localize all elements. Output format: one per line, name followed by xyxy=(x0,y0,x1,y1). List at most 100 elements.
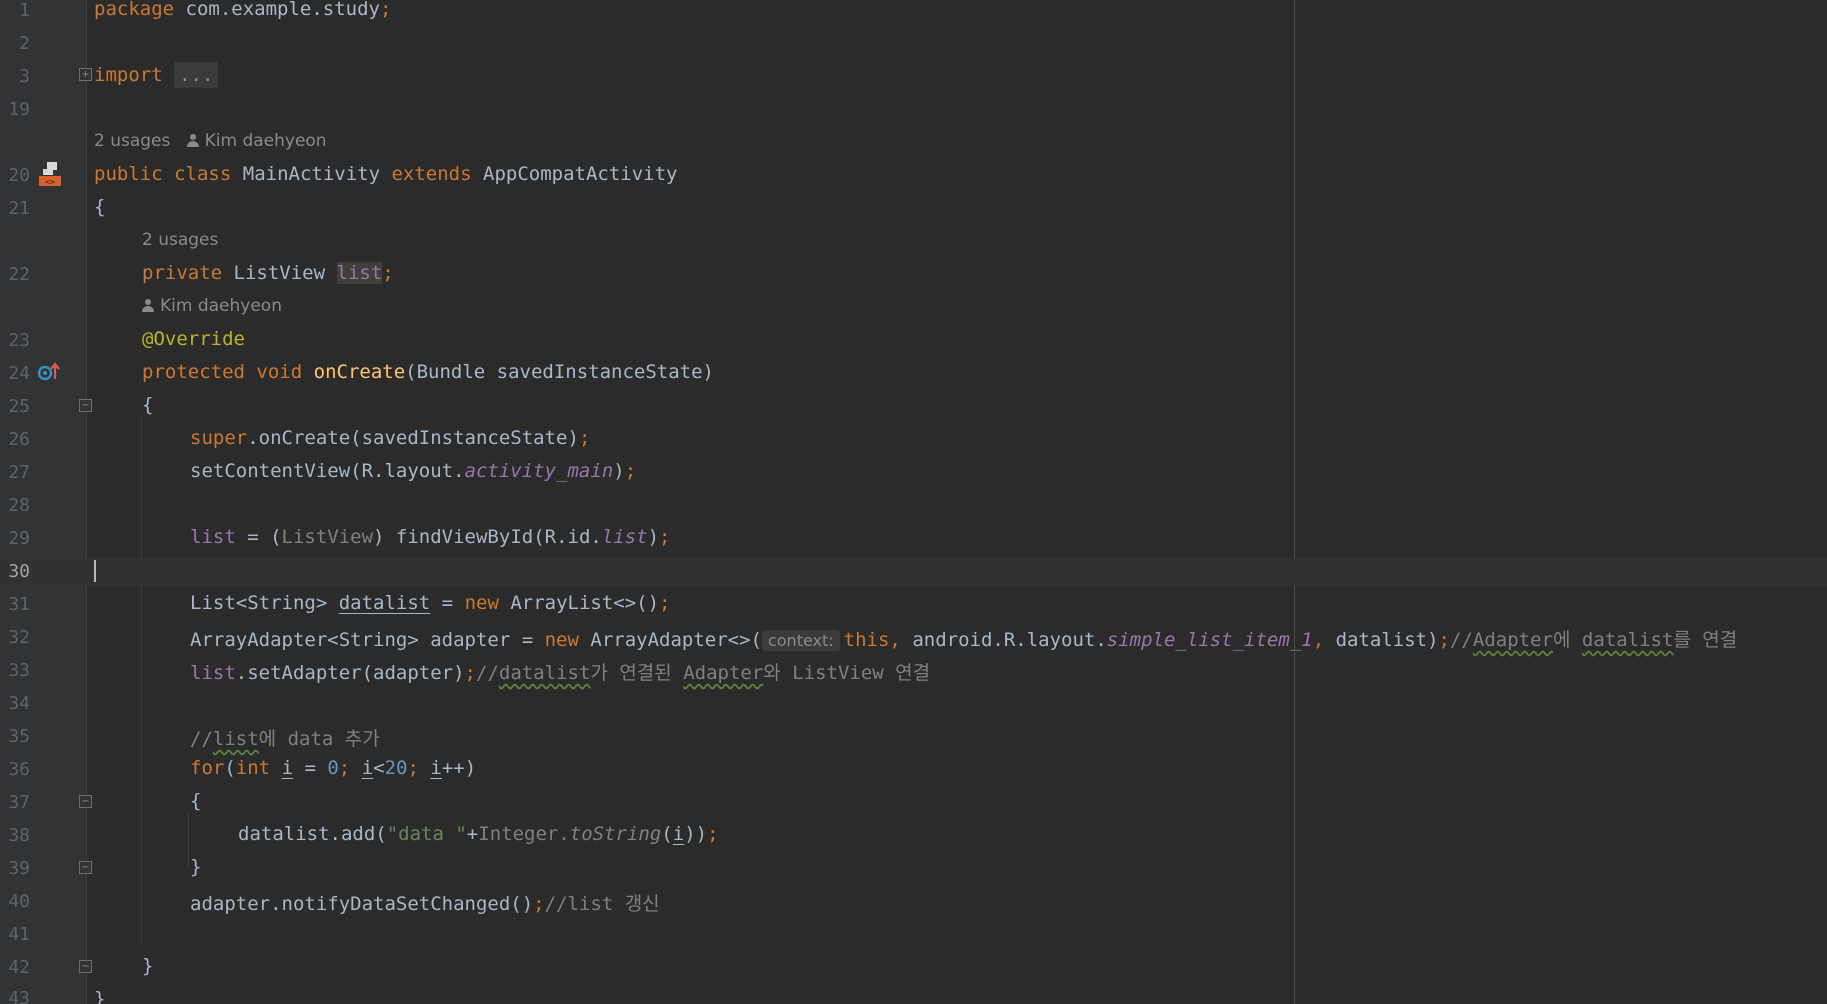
semicolon: ; xyxy=(659,592,671,614)
line-number: 32 xyxy=(8,627,30,648)
code-line-38[interactable]: datalist.add("data "+Integer.toString(i)… xyxy=(238,823,719,845)
code-line-22[interactable]: private ListView list; xyxy=(142,262,394,284)
code-line-32[interactable]: ArrayAdapter<String> adapter = new Array… xyxy=(190,625,1737,652)
field-name: list xyxy=(336,262,383,284)
operator: = xyxy=(430,592,465,614)
paren: ) xyxy=(613,460,625,482)
field-name: list xyxy=(190,662,236,684)
override-method-icon[interactable] xyxy=(37,361,61,388)
usages-count[interactable]: 2 usages xyxy=(94,131,170,151)
line-number: 29 xyxy=(8,528,30,549)
line-number: 43 xyxy=(8,988,30,1004)
method-call: setContentView(R.layout. xyxy=(190,460,465,482)
code-line-39[interactable]: } xyxy=(190,856,201,878)
code-line-33[interactable]: list.setAdapter(adapter);//datalist가 연결된… xyxy=(190,658,930,685)
code-line-3[interactable]: import ... xyxy=(94,62,219,88)
code-line-20[interactable]: public class MainActivity extends AppCom… xyxy=(94,163,677,185)
fold-end-icon[interactable]: − xyxy=(79,861,92,874)
semicolon: ; xyxy=(338,757,351,779)
code-line-21[interactable]: { xyxy=(94,196,105,218)
annotation: @Override xyxy=(142,328,245,350)
comment: //Adapter에 datalist를 연결 xyxy=(1449,629,1738,651)
comment: //datalist가 연결된 Adapter와 ListView 연결 xyxy=(476,662,931,684)
loop-variable: i xyxy=(430,757,442,779)
keyword: new xyxy=(544,629,579,651)
author-name[interactable]: Kim daehyeon xyxy=(205,131,327,151)
line-number: 19 xyxy=(8,99,30,120)
code-line-27[interactable]: setContentView(R.layout.activity_main); xyxy=(190,460,636,482)
fold-collapse-icon[interactable]: − xyxy=(79,795,92,808)
code-line-29[interactable]: list = (ListView) findViewById(R.id.list… xyxy=(190,526,671,548)
line-number: 35 xyxy=(8,726,30,747)
usages-count[interactable]: 2 usages xyxy=(142,230,218,250)
string-literal: "data " xyxy=(386,823,467,845)
method-call: .setAdapter(adapter) xyxy=(235,662,465,684)
static-method: toString xyxy=(569,823,662,845)
operator: = xyxy=(293,757,328,779)
line-number: 33 xyxy=(8,660,30,681)
fold-expand-icon[interactable]: + xyxy=(79,68,92,81)
comma: , xyxy=(1312,629,1325,651)
brace: } xyxy=(142,955,154,977)
semicolon: ; xyxy=(659,526,671,548)
keyword: void xyxy=(256,361,303,383)
semicolon: ; xyxy=(407,757,419,779)
paren: ) xyxy=(647,526,660,548)
class-name: MainActivity xyxy=(242,163,381,185)
reference: android.R.layout. xyxy=(900,629,1107,651)
text-caret xyxy=(94,560,96,582)
author-hint[interactable]: Kim daehyeon xyxy=(142,296,282,316)
brace: { xyxy=(94,196,106,218)
paren: ( xyxy=(224,757,236,779)
code-line-36[interactable]: for(int i = 0; i<20; i++) xyxy=(190,757,476,779)
line-number: 31 xyxy=(8,594,30,615)
method-call: .onCreate(savedInstanceState) xyxy=(247,427,579,449)
usages-hint[interactable]: 2 usages Kim daehyeon xyxy=(94,131,327,151)
line-number: 1 xyxy=(19,0,30,21)
method-call: datalist.add( xyxy=(238,823,387,845)
code-line-35[interactable]: //list에 data 추가 xyxy=(190,724,380,751)
semicolon: ; xyxy=(1438,629,1450,651)
folded-imports[interactable]: ... xyxy=(174,62,219,88)
code-line-1[interactable]: package com.example.study; xyxy=(94,0,391,20)
code-line-24[interactable]: protected void onCreate(Bundle savedInst… xyxy=(142,361,714,383)
code-line-40[interactable]: adapter.notifyDataSetChanged();//list 갱신 xyxy=(190,889,660,916)
code-line-43[interactable]: } xyxy=(94,988,105,1004)
comment: //list에 data 추가 xyxy=(190,728,380,750)
line-number: 2 xyxy=(19,33,30,54)
line-number: 20 xyxy=(8,165,30,186)
parameter-hint: context: xyxy=(761,630,840,651)
type-name: ListView xyxy=(233,262,326,284)
number: 0 xyxy=(327,757,339,779)
author-name[interactable]: Kim daehyeon xyxy=(160,296,282,316)
code-line-25[interactable]: { xyxy=(142,394,153,416)
code-line-23[interactable]: @Override xyxy=(142,328,245,350)
brace: } xyxy=(94,988,106,1004)
declaration: ArrayAdapter<String> adapter = xyxy=(190,629,545,651)
keyword: protected xyxy=(142,361,245,383)
semicolon: ; xyxy=(578,427,591,449)
code-line-37[interactable]: { xyxy=(190,790,201,812)
code-editor[interactable]: 1 2 3 19 20 21 22 23 24 25 26 27 28 29 3… xyxy=(0,0,1827,1004)
line-number: 42 xyxy=(8,957,30,978)
keyword: int xyxy=(235,757,271,779)
fold-end-icon[interactable]: − xyxy=(79,960,92,973)
semicolon: ; xyxy=(382,262,394,284)
code-line-42[interactable]: } xyxy=(142,955,153,977)
keyword: import xyxy=(94,64,163,86)
loop-variable: i xyxy=(672,823,685,845)
code-line-31[interactable]: List<String> datalist = new ArrayList<>(… xyxy=(190,592,671,614)
package-name: com.example.study xyxy=(174,0,380,20)
line-number: 28 xyxy=(8,495,30,516)
paren: )) xyxy=(684,823,708,845)
code-line-26[interactable]: super.onCreate(savedInstanceState); xyxy=(190,427,590,449)
line-number: 26 xyxy=(8,429,30,450)
fold-collapse-icon[interactable]: − xyxy=(79,399,92,412)
layout-file-icon[interactable]: <> xyxy=(37,160,63,193)
argument: datalist) xyxy=(1324,629,1439,651)
author-icon xyxy=(186,134,199,147)
semicolon: ; xyxy=(464,662,476,684)
usages-hint[interactable]: 2 usages xyxy=(142,230,218,250)
line-number: 38 xyxy=(8,825,30,846)
redundant-cast: ListView xyxy=(281,526,374,548)
